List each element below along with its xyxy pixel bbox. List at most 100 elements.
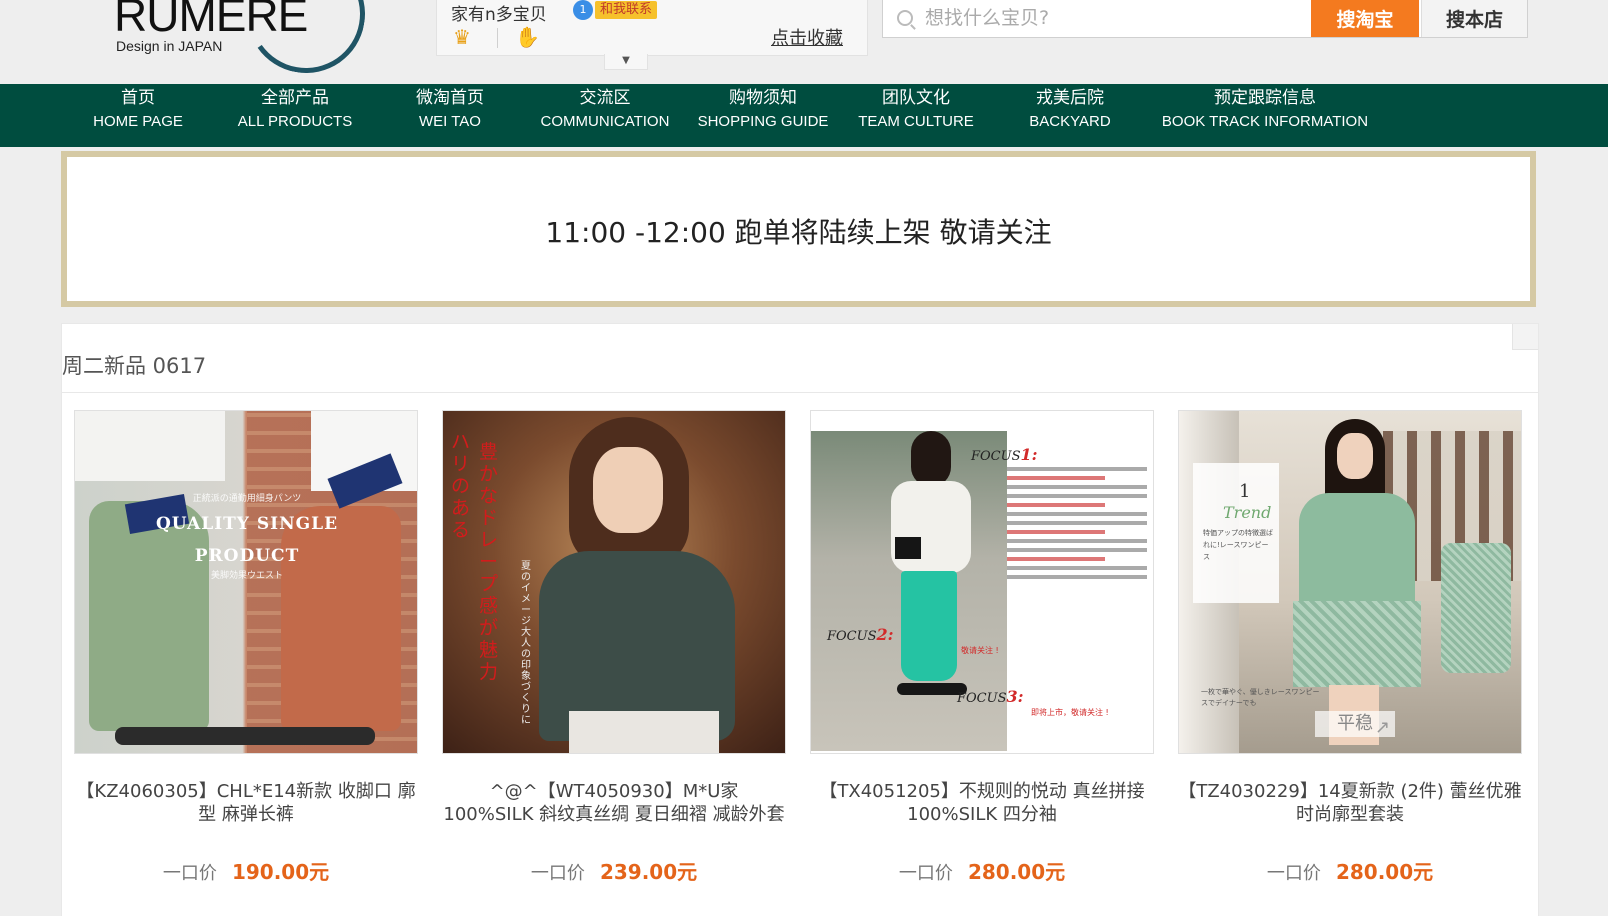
text-line	[1007, 476, 1105, 480]
product-name[interactable]: 【TZ4030229】14夏新款 (2件) 蕾丝优雅 时尚廓型套装	[1178, 780, 1522, 826]
product-image[interactable]: 正統派の通勤用細身パンツ QUALITY SINGLE PRODUCT 美脚効果…	[74, 410, 418, 754]
price-label: 一口价	[530, 863, 585, 884]
focus-word: FOCUS	[827, 629, 877, 644]
notice-text: 11:00 -12:00 跑单将陆续上架 敬请关注	[545, 216, 1052, 249]
price-label: 一口价	[898, 863, 953, 884]
focus-number: 1:	[1020, 445, 1038, 464]
product-price-row: 一口价 280.00元	[810, 856, 1154, 885]
text-line	[1007, 512, 1147, 516]
product-name[interactable]: 【KZ4060305】CHL*E14新款 收脚口 廓型 麻弹长裤	[74, 780, 418, 826]
focus-number: 2:	[876, 625, 894, 644]
search-shop-button[interactable]: 搜本店	[1421, 0, 1527, 37]
image-shape	[911, 431, 951, 487]
image-caption: 特価アップの特徴選ばれに!レースワンピース	[1203, 529, 1273, 561]
image-shape	[901, 571, 957, 681]
image-caption: 美脚効果ウエスト	[210, 571, 283, 581]
notice-body: 11:00 -12:00 跑单将陆续上架 敬请关注	[67, 157, 1530, 301]
text-line	[1007, 494, 1147, 498]
image-shape	[895, 537, 921, 559]
text-line	[1007, 503, 1105, 507]
trend-number: 1	[1239, 481, 1251, 502]
price-value: 280.00元	[1335, 860, 1434, 884]
price-value: 280.00元	[967, 860, 1066, 884]
text-line	[1007, 548, 1147, 552]
nav-item-home[interactable]: 首页 HOME PAGE	[70, 84, 206, 147]
product-name[interactable]: 【TX4051205】不规则的悦动 真丝拼接 100%SILK 四分袖	[810, 780, 1154, 826]
product-card[interactable]: 正統派の通勤用細身パンツ QUALITY SINGLE PRODUCT 美脚効果…	[74, 410, 418, 885]
shop-name[interactable]: 家有n多宝贝	[451, 0, 547, 25]
shop-info-box: 家有n多宝贝 1 和我联系 ♛ ✋ 点击收藏	[436, 0, 868, 56]
nav-label-cn: 微淘首页	[416, 88, 484, 108]
crown-icon[interactable]: ♛	[453, 26, 475, 48]
text-line	[1007, 557, 1105, 561]
nav-item-all-products[interactable]: 全部产品 ALL PRODUCTS	[220, 84, 370, 147]
focus-word: FOCUS	[971, 449, 1021, 464]
image-caption: 敬请关注 !	[961, 646, 999, 655]
divider	[62, 392, 1538, 393]
product-card[interactable]: ハリのある 豊かなドレープ感が魅力 夏のイメージ大人の印象づくりに ^@^【WT…	[442, 410, 786, 885]
text-line	[1007, 566, 1147, 570]
nav-label-en: TEAM CULTURE	[858, 113, 974, 130]
arrow-icon: ↗	[1375, 717, 1391, 738]
product-price-row: 一口价 280.00元	[1178, 856, 1522, 885]
nav-label-en: SHOPPING GUIDE	[697, 113, 829, 130]
image-caption: 正統派の通勤用細身パンツ	[192, 494, 302, 504]
chevron-down-icon[interactable]: ▼	[604, 54, 648, 70]
nav-label-en: ALL PRODUCTS	[237, 113, 353, 130]
search-input[interactable]	[925, 4, 1305, 32]
image-shape	[569, 711, 719, 753]
product-card[interactable]: 1 Trend 特価アップの特徴選ばれに!レースワンピース 一枚で華やぐ、優しき…	[1178, 410, 1522, 885]
image-shape	[891, 481, 971, 573]
image-headline: QUALITY SINGLE	[155, 514, 339, 534]
search-icon	[897, 10, 913, 26]
image-caption: ハリのある	[451, 431, 471, 541]
text-line	[1007, 485, 1147, 489]
text-line	[1007, 530, 1105, 534]
price-label: 一口价	[1266, 863, 1321, 884]
favorite-shop-link[interactable]: 点击收藏	[771, 24, 843, 50]
product-image[interactable]: 1 Trend 特価アップの特徴選ばれに!レースワンピース 一枚で華やぐ、優しき…	[1178, 410, 1522, 754]
new-products-panel: 周二新品 0617 正統派の通勤用細身パンツ QUALITY SINGLE PR…	[61, 323, 1539, 916]
nav-item-book-track[interactable]: 预定跟踪信息 BOOK TRACK INFORMATION	[1150, 84, 1380, 147]
text-line	[1007, 539, 1147, 543]
contact-me-label: 和我联系	[595, 1, 658, 19]
product-name[interactable]: ^@^【WT4050930】M*U家 100%SILK 斜纹真丝绸 夏日细褶 减…	[442, 780, 786, 826]
price-label: 一口价	[162, 863, 217, 884]
nav-label-cn: 预定跟踪信息	[1214, 88, 1316, 108]
product-image[interactable]: FOCUS1: FOCUS2: FOCUS3: 敬请关注 ! 即将上市，敬请关注…	[810, 410, 1154, 754]
product-card[interactable]: FOCUS1: FOCUS2: FOCUS3: 敬请关注 ! 即将上市，敬请关注…	[810, 410, 1154, 885]
nav-label-cn: 交流区	[579, 88, 631, 108]
shop-header: RUMERE Design in JAPAN 家有n多宝贝 1 和我联系 ♛ ✋…	[0, 0, 1608, 84]
image-caption: 夏のイメージ大人の印象づくりに	[521, 561, 531, 726]
panel-corner-icon	[1512, 324, 1538, 350]
image-shape	[1293, 601, 1421, 687]
nav-item-communication[interactable]: 交流区 COMMUNICATION	[530, 84, 680, 147]
logo-ring-icon	[237, 0, 375, 83]
nav-label-cn: 戎美后院	[1036, 88, 1104, 108]
divider	[497, 28, 498, 48]
nav-item-wei-tao[interactable]: 微淘首页 WEI TAO	[390, 84, 510, 147]
image-caption: 即将上市，敬请关注 !	[1031, 708, 1109, 717]
nav-label-en: BACKYARD	[1029, 113, 1111, 130]
image-shape	[75, 411, 225, 481]
nav-item-backyard[interactable]: 戎美后院 BACKYARD	[1010, 84, 1130, 147]
image-shape	[593, 447, 663, 533]
focus-word: FOCUS	[957, 691, 1007, 706]
nav-label-en: HOME PAGE	[93, 113, 183, 130]
image-shape	[1337, 433, 1373, 479]
search-taobao-button[interactable]: 搜淘宝	[1311, 0, 1419, 37]
nav-item-shopping-guide[interactable]: 购物须知 SHOPPING GUIDE	[690, 84, 836, 147]
section-title: 周二新品 0617	[62, 354, 207, 378]
nav-item-team-culture[interactable]: 团队文化 TEAM CULTURE	[846, 84, 986, 147]
shop-logo[interactable]: RUMERE Design in JAPAN	[112, 0, 375, 83]
product-image[interactable]: ハリのある 豊かなドレープ感が魅力 夏のイメージ大人の印象づくりに	[442, 410, 786, 754]
text-line	[1007, 467, 1147, 471]
nav-label-cn: 团队文化	[882, 88, 950, 108]
wangwang-contact[interactable]: 1 和我联系	[573, 0, 658, 20]
detail-text-lines	[1007, 467, 1147, 584]
thumbs-up-icon[interactable]: ✋	[515, 26, 540, 48]
wangwang-icon: 1	[573, 0, 593, 20]
image-caption: 豊かなドレープ感が魅力	[479, 441, 499, 683]
image-caption: 一枚で華やぐ、優しきレースワンピースでデイナーでも	[1201, 688, 1320, 707]
text-line	[1007, 521, 1147, 525]
